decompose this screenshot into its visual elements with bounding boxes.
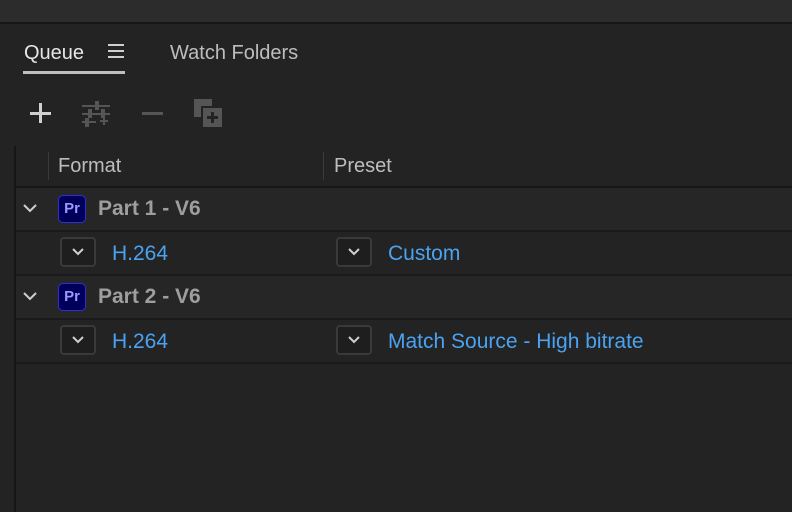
output-row[interactable]: H.264 Custom (16, 232, 792, 276)
chevron-down-icon (72, 336, 84, 344)
source-name[interactable]: Part 2 - V6 (98, 284, 201, 310)
queue-table: Format Preset Pr Part 1 - V6 H.264 Custo… (14, 146, 792, 512)
duplicate-icon (194, 99, 222, 127)
queue-group-row[interactable]: Pr Part 1 - V6 (16, 188, 792, 232)
source-name[interactable]: Part 1 - V6 (98, 196, 201, 222)
chevron-down-icon (23, 204, 37, 213)
preset-link[interactable]: Match Source - High bitrate (388, 329, 644, 355)
queue-toolbar (0, 90, 792, 134)
preset-dropdown-button[interactable] (336, 237, 372, 267)
preset-dropdown-button[interactable] (336, 325, 372, 355)
active-tab-underline (23, 71, 125, 74)
premiere-pro-icon: Pr (58, 283, 86, 311)
output-row[interactable]: H.264 Match Source - High bitrate (16, 320, 792, 364)
plus-icon (30, 103, 51, 123)
column-divider (323, 152, 324, 180)
panel-tabs: Queue Watch Folders (0, 24, 792, 80)
column-divider (48, 152, 49, 180)
minus-icon (142, 112, 163, 115)
chevron-down-icon (23, 292, 37, 301)
chevron-down-icon (72, 248, 84, 256)
duplicate-button[interactable] (191, 96, 225, 130)
add-source-button[interactable] (23, 96, 57, 130)
tab-queue-label: Queue (24, 42, 85, 64)
collapse-toggle[interactable] (20, 286, 40, 306)
title-bar (0, 0, 792, 24)
chevron-down-icon (348, 248, 360, 256)
panel-menu-icon[interactable] (108, 44, 124, 58)
remove-button[interactable] (135, 96, 169, 130)
media-encoder-queue-panel: Queue Watch Folders Format Preset Pr Par… (0, 0, 792, 512)
queue-group-row[interactable]: Pr Part 2 - V6 (16, 276, 792, 320)
tab-watch-folders[interactable]: Watch Folders (170, 40, 298, 66)
preset-link[interactable]: Custom (388, 241, 460, 267)
table-header: Format Preset (16, 146, 792, 188)
premiere-pro-icon: Pr (58, 195, 86, 223)
settings-sliders-icon (82, 101, 110, 127)
collapse-toggle[interactable] (20, 198, 40, 218)
tab-watch-folders-label: Watch Folders (170, 42, 299, 64)
format-link[interactable]: H.264 (112, 329, 168, 355)
column-header-preset[interactable]: Preset (334, 154, 392, 178)
column-header-format[interactable]: Format (58, 154, 121, 178)
format-dropdown-button[interactable] (60, 325, 96, 355)
format-dropdown-button[interactable] (60, 237, 96, 267)
tab-queue[interactable]: Queue (24, 40, 84, 66)
format-link[interactable]: H.264 (112, 241, 168, 267)
chevron-down-icon (348, 336, 360, 344)
queue-settings-button[interactable] (79, 96, 113, 130)
